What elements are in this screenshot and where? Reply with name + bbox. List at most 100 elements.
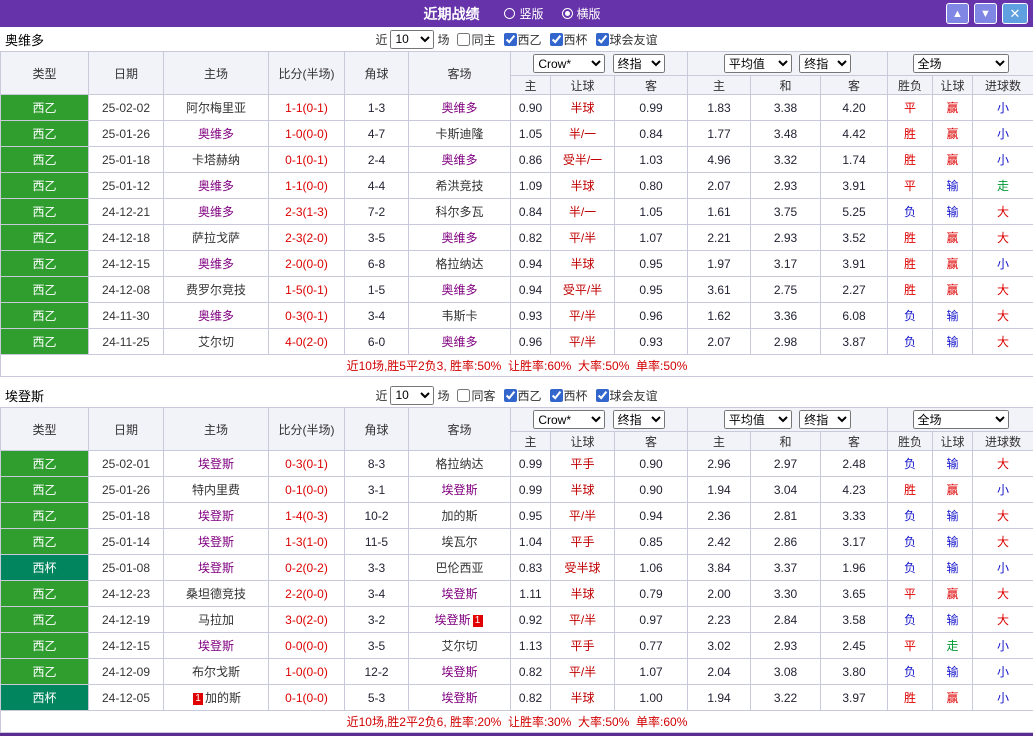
odds-source-select[interactable]: Crow*	[533, 54, 605, 73]
away-team-name: 埃瓦尔	[441, 535, 477, 549]
home-team-name: 艾尔切	[198, 335, 234, 349]
same-venue-filter[interactable]: 同主	[457, 31, 495, 48]
league-filter-liga2[interactable]: 西乙	[504, 31, 542, 48]
league-checkbox[interactable]	[550, 33, 563, 46]
league-checkbox[interactable]	[550, 389, 563, 402]
away-team-name: 埃登斯	[441, 691, 477, 705]
scope-select[interactable]: 全场	[913, 410, 1009, 429]
goals-result-cell: 小	[973, 633, 1033, 659]
avg-home-odds-cell: 1.94	[688, 477, 751, 503]
move-down-button[interactable]: ▼	[974, 3, 997, 24]
score-cell: 1-1(0-0)	[269, 173, 345, 199]
league-filter-liga2[interactable]: 西乙	[504, 387, 542, 404]
league-checkbox[interactable]	[596, 33, 609, 46]
goals-result-cell: 走	[973, 173, 1033, 199]
away-team-cell: 埃登斯	[409, 581, 511, 607]
corner-cell: 2-4	[345, 147, 409, 173]
col-odds-away: 客	[615, 432, 688, 451]
home-team-cell: 埃登斯	[164, 633, 269, 659]
avg-away-odds-cell: 3.33	[821, 503, 888, 529]
date-cell: 25-01-26	[89, 477, 164, 503]
handicap-result-cell: 赢	[933, 225, 973, 251]
team-section-home: 奥维多 近 10 场 同主 西乙 西杯 球会友谊 类型 日期 主场 比分(半场)	[0, 27, 1033, 377]
odds-source-select[interactable]: Crow*	[533, 410, 605, 429]
score-cell: 1-1(0-1)	[269, 95, 345, 121]
wdl-result-cell: 负	[888, 607, 933, 633]
league-filter-cup[interactable]: 西杯	[550, 31, 588, 48]
home-team-cell: 埃登斯	[164, 503, 269, 529]
same-venue-filter[interactable]: 同客	[457, 387, 495, 404]
corner-cell: 3-4	[345, 581, 409, 607]
same-venue-label: 同主	[471, 31, 495, 48]
radio-vertical-label: 竖版	[519, 5, 543, 22]
same-venue-checkbox[interactable]	[457, 389, 470, 402]
table-foot: 近10场,胜5平2负3, 胜率:50% 让胜率:60% 大率:50% 单率:50…	[1, 355, 1033, 377]
radio-icon[interactable]	[504, 8, 515, 19]
avg-home-odds-cell: 2.21	[688, 225, 751, 251]
league-cell: 西乙	[1, 277, 89, 303]
league-filter-cup[interactable]: 西杯	[550, 387, 588, 404]
layout-radio-horizontal[interactable]: 横版	[562, 5, 601, 22]
wdl-result-cell: 负	[888, 329, 933, 355]
league-label: 球会友谊	[610, 387, 658, 404]
home-team-cell: 奥维多	[164, 199, 269, 225]
league-filter-friendly[interactable]: 球会友谊	[596, 387, 658, 404]
league-cell: 西乙	[1, 173, 89, 199]
handicap-result-cell: 输	[933, 173, 973, 199]
league-checkbox[interactable]	[504, 33, 517, 46]
away-team-cell: 埃登斯	[409, 477, 511, 503]
avg-away-odds-cell: 2.48	[821, 451, 888, 477]
same-venue-checkbox[interactable]	[457, 33, 470, 46]
away-team-name: 格拉纳达	[435, 257, 483, 271]
away-team-cell: 卡斯迪隆	[409, 121, 511, 147]
odds-time-select[interactable]: 终指	[613, 54, 665, 73]
avg-draw-odds-cell: 3.48	[751, 121, 821, 147]
avg-source-select[interactable]: 平均值	[724, 410, 792, 429]
score-cell: 3-0(2-0)	[269, 607, 345, 633]
wdl-result-cell: 负	[888, 555, 933, 581]
corner-cell: 3-3	[345, 555, 409, 581]
filter-games-label: 场	[437, 387, 449, 404]
league-cell: 西乙	[1, 659, 89, 685]
score-cell: 0-1(0-1)	[269, 147, 345, 173]
match-row: 西乙24-12-09布尔戈斯1-0(0-0)12-2埃登斯0.82平/半1.07…	[1, 659, 1033, 685]
home-team-cell: 特内里费	[164, 477, 269, 503]
score-cell: 1-3(1-0)	[269, 529, 345, 555]
match-count-select[interactable]: 10	[390, 386, 434, 405]
radio-icon[interactable]	[562, 8, 573, 19]
home-odds-cell: 1.09	[511, 173, 551, 199]
odds-time-select[interactable]: 终指	[613, 410, 665, 429]
avg-time-select[interactable]: 终指	[799, 54, 851, 73]
home-team-cell: 马拉加	[164, 607, 269, 633]
home-team-cell: 奥维多	[164, 251, 269, 277]
wdl-result-cell: 平	[888, 633, 933, 659]
handicap-result-cell: 赢	[933, 685, 973, 711]
layout-radio-vertical[interactable]: 竖版	[504, 5, 543, 22]
scope-select[interactable]: 全场	[913, 54, 1009, 73]
avg-source-select[interactable]: 平均值	[724, 54, 792, 73]
avg-home-odds-cell: 3.61	[688, 277, 751, 303]
league-filter-friendly[interactable]: 球会友谊	[596, 31, 658, 48]
home-odds-cell: 0.82	[511, 225, 551, 251]
avg-home-odds-cell: 1.77	[688, 121, 751, 147]
away-team-cell: 埃登斯	[409, 659, 511, 685]
results-body: 西乙25-02-01埃登斯0-3(0-1)8-3格拉纳达0.99平手0.902.…	[1, 451, 1033, 711]
handicap-cell: 受半球	[551, 555, 615, 581]
move-up-button[interactable]: ▲	[946, 3, 969, 24]
match-row: 西乙24-11-30奥维多0-3(0-1)3-4韦斯卡0.93平/半0.961.…	[1, 303, 1033, 329]
league-checkbox[interactable]	[504, 389, 517, 402]
handicap-cell: 平/半	[551, 225, 615, 251]
close-button[interactable]: ✕	[1002, 3, 1028, 24]
wdl-result-cell: 负	[888, 303, 933, 329]
match-count-select[interactable]: 10	[390, 30, 434, 49]
league-cell: 西乙	[1, 303, 89, 329]
handicap-cell: 平/半	[551, 303, 615, 329]
avg-away-odds-cell: 3.17	[821, 529, 888, 555]
avg-time-select[interactable]: 终指	[799, 410, 851, 429]
date-cell: 24-11-25	[89, 329, 164, 355]
league-cell: 西乙	[1, 251, 89, 277]
table-head: 类型 日期 主场 比分(半场) 角球 客场 Crow* 终指 平均值 终指	[1, 52, 1033, 95]
avg-draw-odds-cell: 3.30	[751, 581, 821, 607]
col-handicap-result: 让球	[933, 432, 973, 451]
league-checkbox[interactable]	[596, 389, 609, 402]
